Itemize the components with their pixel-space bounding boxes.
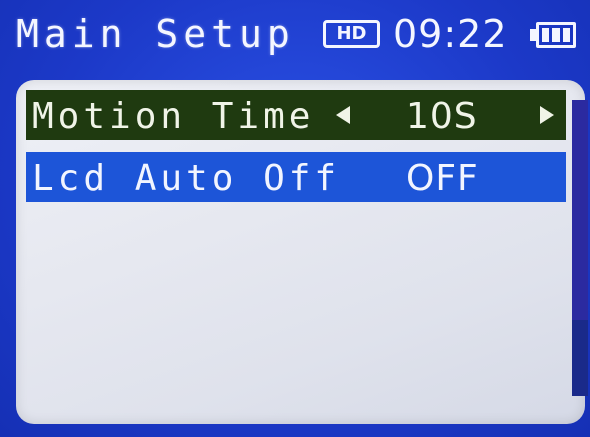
triangle-left-icon[interactable] <box>336 106 350 124</box>
battery-body <box>536 22 576 48</box>
hd-badge: HD <box>323 20 380 48</box>
menu-item-value: 10S <box>406 96 478 137</box>
menu-panel: Motion Time 10S Lcd Auto Off OFF <box>16 80 588 424</box>
scrollbar-thumb[interactable] <box>572 100 588 320</box>
menu-item-value: OFF <box>406 158 479 199</box>
menu-item-motion-time[interactable]: Motion Time 10S <box>26 90 566 140</box>
scrollbar[interactable] <box>572 100 588 396</box>
battery-full-icon <box>530 22 580 50</box>
battery-bar <box>552 28 560 42</box>
menu-item-lcd-auto-off[interactable]: Lcd Auto Off OFF <box>26 152 566 202</box>
clock-time: 09:22 <box>393 12 508 56</box>
menu-item-label: Lcd Auto Off <box>32 158 341 199</box>
header-bar: Main Setup HD 09:22 <box>0 0 590 70</box>
battery-bar <box>542 28 550 42</box>
page-title: Main Setup <box>16 12 295 56</box>
device-screen: Main Setup HD 09:22 Motion Time 10S Lcd … <box>0 0 590 437</box>
battery-bar <box>562 28 570 42</box>
menu-item-label: Motion Time <box>32 96 315 137</box>
triangle-right-icon[interactable] <box>540 106 554 124</box>
